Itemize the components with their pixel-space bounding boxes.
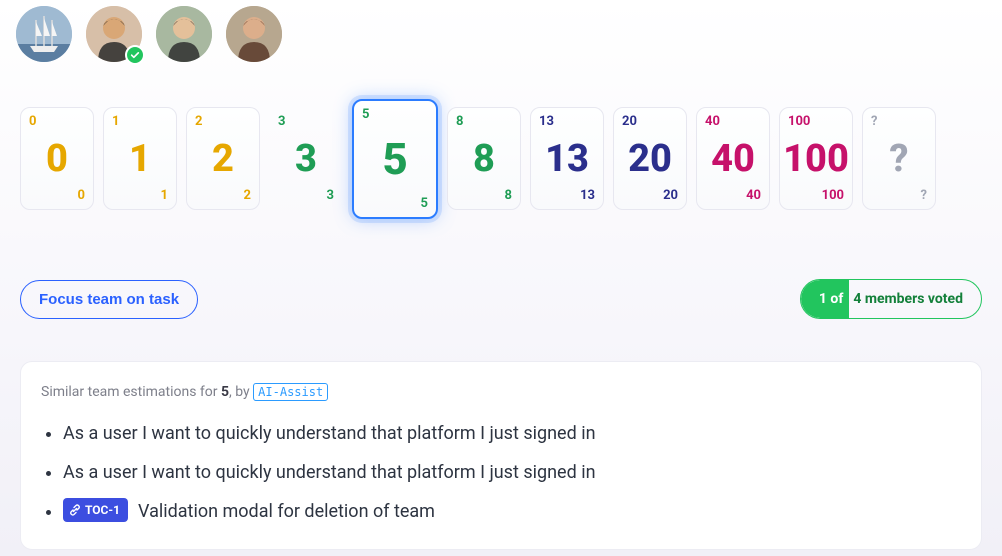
estimation-card-40[interactable]: 40 40 40 <box>696 107 770 210</box>
similar-item[interactable]: As a user I want to quickly understand t… <box>63 453 961 492</box>
avatar[interactable] <box>156 6 212 62</box>
estimation-card-100[interactable]: 100 100 100 <box>779 107 853 210</box>
card-corner-bottom: 5 <box>421 196 428 211</box>
ai-assist-badge: AI-Assist <box>253 383 328 401</box>
similar-list: As a user I want to quickly understand t… <box>63 414 961 531</box>
estimation-cards: 0001112223335558881313132020204040401001… <box>14 107 988 219</box>
card-value: 8 <box>473 140 495 178</box>
avatar-image <box>226 6 282 62</box>
avatar-image <box>156 6 212 62</box>
estimation-card-13[interactable]: 13 13 13 <box>530 107 604 210</box>
avatar[interactable] <box>16 6 72 62</box>
vote-progress-rest: 4 members voted <box>849 280 981 318</box>
card-corner-top: 3 <box>278 114 285 129</box>
card-value: 2 <box>212 140 234 178</box>
card-corner-bottom: 2 <box>244 188 251 203</box>
similar-item[interactable]: TOC-1 Validation modal for deletion of te… <box>63 492 961 531</box>
similar-lead-prefix: Similar team estimations for <box>41 384 221 400</box>
card-value: 5 <box>382 137 407 181</box>
similar-lead: Similar team estimations for 5, by AI-As… <box>41 384 961 400</box>
card-corner-top: 8 <box>456 114 463 129</box>
card-value: ? <box>889 140 908 178</box>
avatar-image <box>16 6 72 62</box>
focus-team-button[interactable]: Focus team on task <box>20 280 198 319</box>
issue-badge[interactable]: TOC-1 <box>63 498 128 522</box>
card-corner-bottom: 100 <box>822 188 844 203</box>
similar-lead-value: 5 <box>221 384 229 400</box>
avatar[interactable] <box>86 6 142 62</box>
card-corner-top: 2 <box>195 114 202 129</box>
card-value: 100 <box>783 140 849 178</box>
similar-item[interactable]: As a user I want to quickly understand t… <box>63 414 961 453</box>
card-corner-top: 40 <box>705 114 720 129</box>
similar-item-text: Validation modal for deletion of team <box>138 501 435 522</box>
card-corner-top: ? <box>871 114 877 129</box>
similar-item-text: As a user I want to quickly understand t… <box>63 423 596 444</box>
avatar[interactable] <box>226 6 282 62</box>
issue-badge-label: TOC-1 <box>85 501 120 519</box>
estimation-card-2[interactable]: 222 <box>186 107 260 210</box>
avatar-row <box>14 4 988 62</box>
card-value: 1 <box>129 140 151 178</box>
card-corner-bottom: 20 <box>663 188 678 203</box>
card-value: 3 <box>295 140 317 178</box>
card-corner-top: 100 <box>788 114 810 129</box>
card-corner-top: 1 <box>112 114 119 129</box>
card-corner-bottom: 0 <box>78 188 85 203</box>
check-icon <box>125 45 145 65</box>
card-corner-bottom: 1 <box>161 188 168 203</box>
vote-progress-filled: 1 of <box>801 280 849 318</box>
estimation-card-20[interactable]: 20 20 20 <box>613 107 687 210</box>
card-value: 20 <box>628 140 672 178</box>
card-value: 40 <box>711 140 755 178</box>
estimation-card-5[interactable]: 555 <box>352 99 438 219</box>
estimation-card-3[interactable]: 333 <box>269 107 343 210</box>
similar-lead-by: , by <box>229 384 253 400</box>
vote-progress-pill: 1 of 4 members voted <box>800 279 982 319</box>
estimation-card-?[interactable]: ??? <box>862 107 936 210</box>
similar-item-text: As a user I want to quickly understand t… <box>63 462 596 483</box>
card-corner-bottom: 3 <box>327 188 334 203</box>
estimation-card-1[interactable]: 111 <box>103 107 177 210</box>
similar-estimations-panel: Similar team estimations for 5, by AI-As… <box>20 361 982 550</box>
card-corner-bottom: ? <box>921 188 927 203</box>
card-value: 13 <box>545 140 589 178</box>
estimation-card-0[interactable]: 000 <box>20 107 94 210</box>
card-corner-top: 20 <box>622 114 637 129</box>
card-corner-bottom: 40 <box>746 188 761 203</box>
card-corner-bottom: 13 <box>580 188 595 203</box>
card-value: 0 <box>46 140 68 178</box>
card-corner-top: 0 <box>29 114 36 129</box>
card-corner-bottom: 8 <box>505 188 512 203</box>
card-corner-top: 13 <box>539 114 554 129</box>
link-icon <box>69 504 81 516</box>
card-corner-top: 5 <box>362 107 369 122</box>
estimation-card-8[interactable]: 888 <box>447 107 521 210</box>
action-row: Focus team on task 1 of 4 members voted <box>14 279 988 319</box>
